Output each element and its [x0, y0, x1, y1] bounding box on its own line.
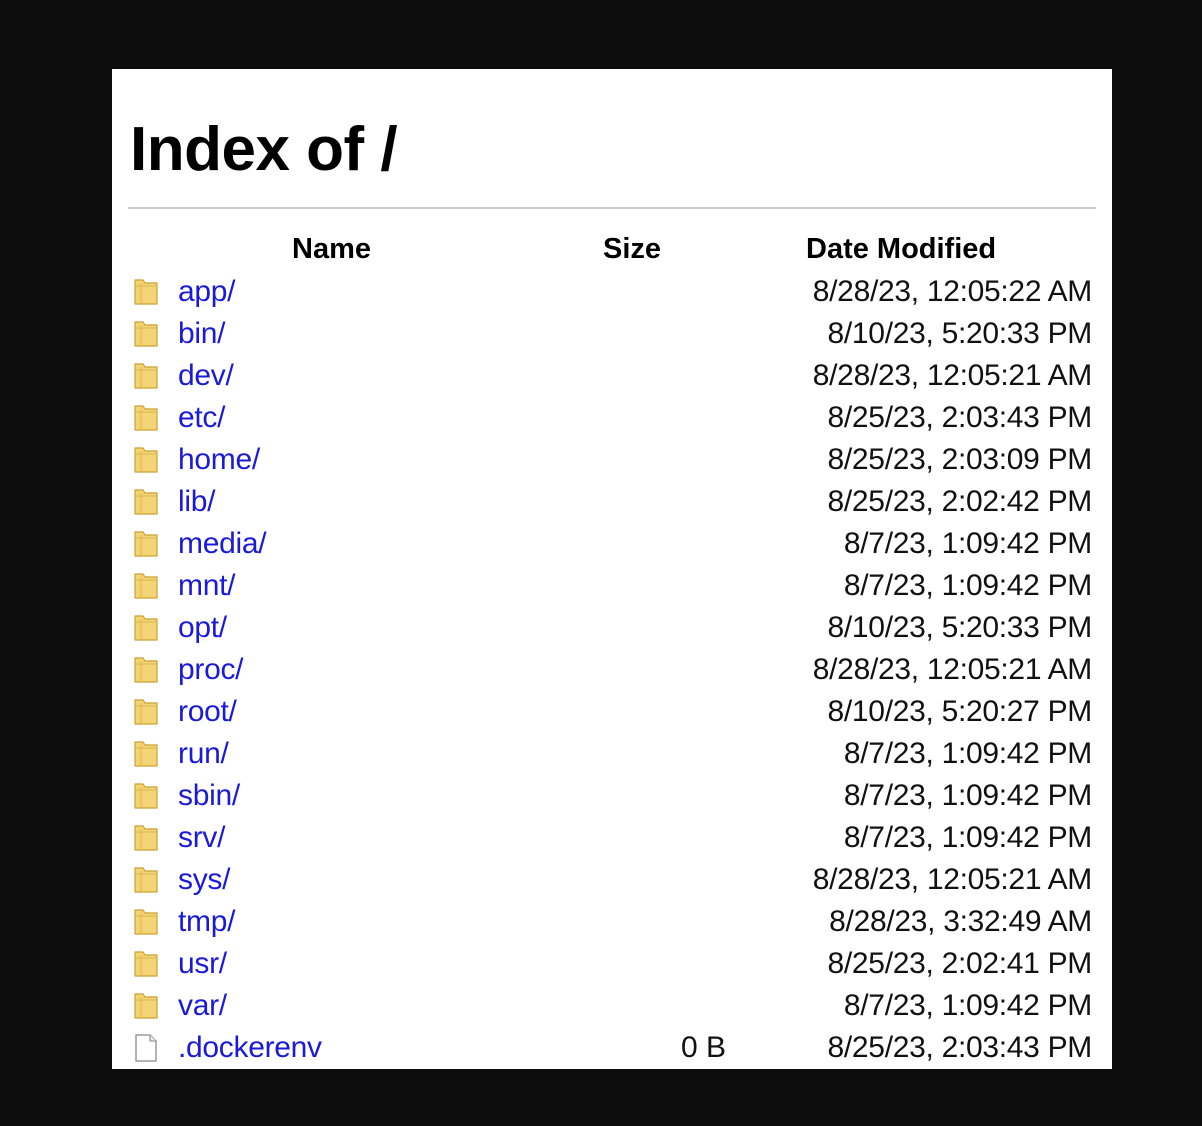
- table-row: root/8/10/23, 5:20:27 PM: [112, 691, 1112, 733]
- entry-name-link[interactable]: proc/: [178, 649, 244, 691]
- column-header-size[interactable]: Size: [603, 227, 661, 271]
- table-row: mnt/8/7/23, 1:09:42 PM: [112, 565, 1112, 607]
- title-divider: [128, 207, 1096, 209]
- entry-date-modified: 8/25/23, 2:02:41 PM: [827, 947, 1093, 980]
- entry-date-modified: 8/10/23, 5:20:33 PM: [827, 317, 1093, 350]
- table-row: sys/8/28/23, 12:05:21 AM: [112, 859, 1112, 901]
- entry-date-modified: 8/7/23, 1:09:42 PM: [843, 527, 1092, 560]
- folder-icon: [132, 571, 160, 601]
- table-header: Name Size Date Modified: [112, 227, 1112, 271]
- entry-name-link[interactable]: mnt/: [178, 565, 235, 607]
- folder-icon: [132, 697, 160, 727]
- entry-name-link[interactable]: sbin/: [178, 775, 240, 817]
- folder-icon: [132, 655, 160, 685]
- folder-icon: [132, 403, 160, 433]
- entry-name-link[interactable]: opt/: [178, 607, 227, 649]
- entry-name-link[interactable]: etc/: [178, 397, 225, 439]
- entry-date-modified: 8/25/23, 2:03:09 PM: [827, 443, 1093, 476]
- entry-size: 0 B: [680, 1031, 726, 1064]
- entry-name-link[interactable]: media/: [178, 523, 267, 565]
- entry-name-link[interactable]: .dockerenv: [178, 1027, 322, 1069]
- column-header-date-modified[interactable]: Date Modified: [806, 227, 996, 271]
- entry-name-link[interactable]: home/: [178, 439, 260, 481]
- entry-date-modified: 8/7/23, 1:09:42 PM: [843, 569, 1092, 602]
- entry-date-modified: 8/28/23, 12:05:22 AM: [812, 275, 1093, 308]
- entry-name-link[interactable]: sys/: [178, 859, 230, 901]
- folder-icon: [132, 823, 160, 853]
- table-row: opt/8/10/23, 5:20:33 PM: [112, 607, 1112, 649]
- folder-icon: [132, 781, 160, 811]
- folder-icon: [132, 907, 160, 937]
- folder-icon: [132, 487, 160, 517]
- entry-date-modified: 8/28/23, 12:05:21 AM: [812, 653, 1093, 686]
- entry-name-link[interactable]: run/: [178, 733, 229, 775]
- entry-date-modified: 8/28/23, 12:05:21 AM: [812, 359, 1093, 392]
- entry-name-link[interactable]: usr/: [178, 943, 227, 985]
- table-row: var/8/7/23, 1:09:42 PM: [112, 985, 1112, 1027]
- entry-date-modified: 8/25/23, 2:03:43 PM: [827, 401, 1093, 434]
- table-row: media/8/7/23, 1:09:42 PM: [112, 523, 1112, 565]
- folder-icon: [132, 445, 160, 475]
- entry-date-modified: 8/7/23, 1:09:42 PM: [843, 989, 1092, 1022]
- entry-date-modified: 8/25/23, 2:02:42 PM: [827, 485, 1093, 518]
- folder-icon: [132, 361, 160, 391]
- column-header-name[interactable]: Name: [292, 227, 371, 271]
- folder-icon: [132, 319, 160, 349]
- table-row: lib/8/25/23, 2:02:42 PM: [112, 481, 1112, 523]
- table-row: .dockerenv 0 B 8/25/23, 2:03:43 PM: [112, 1027, 1112, 1069]
- entry-name-link[interactable]: bin/: [178, 313, 225, 355]
- folder-icon: [132, 739, 160, 769]
- folder-icon: [132, 949, 160, 979]
- entry-name-link[interactable]: app/: [178, 271, 236, 313]
- folder-icon: [132, 529, 160, 559]
- table-row: dev/8/28/23, 12:05:21 AM: [112, 355, 1112, 397]
- table-row: srv/8/7/23, 1:09:42 PM: [112, 817, 1112, 859]
- entry-name-link[interactable]: root/: [178, 691, 237, 733]
- folder-icon: [132, 865, 160, 895]
- file-list: app/8/28/23, 12:05:22 AM bin/8/10/23, 5:2…: [112, 271, 1112, 1069]
- entry-name-link[interactable]: lib/: [178, 481, 215, 523]
- table-row: usr/8/25/23, 2:02:41 PM: [112, 943, 1112, 985]
- entry-date-modified: 8/10/23, 5:20:27 PM: [827, 695, 1093, 728]
- folder-icon: [132, 613, 160, 643]
- table-row: bin/8/10/23, 5:20:33 PM: [112, 313, 1112, 355]
- table-row: sbin/8/7/23, 1:09:42 PM: [112, 775, 1112, 817]
- entry-date-modified: 8/7/23, 1:09:42 PM: [843, 779, 1092, 812]
- table-row: tmp/8/28/23, 3:32:49 AM: [112, 901, 1112, 943]
- entry-date-modified: 8/10/23, 5:20:33 PM: [827, 611, 1093, 644]
- entry-date-modified: 8/28/23, 12:05:21 AM: [812, 863, 1093, 896]
- file-icon: [132, 1033, 160, 1063]
- page-title: Index of /: [130, 115, 398, 184]
- directory-listing-page: Index of / Name Size Date Modified app/8…: [112, 69, 1112, 1069]
- entry-date-modified: 8/28/23, 3:32:49 AM: [829, 905, 1092, 938]
- table-row: home/8/25/23, 2:03:09 PM: [112, 439, 1112, 481]
- entry-date-modified: 8/25/23, 2:03:43 PM: [827, 1031, 1093, 1064]
- entry-name-link[interactable]: srv/: [178, 817, 225, 859]
- entry-name-link[interactable]: var/: [178, 985, 227, 1027]
- folder-icon: [132, 991, 160, 1021]
- table-row: app/8/28/23, 12:05:22 AM: [112, 271, 1112, 313]
- table-row: proc/8/28/23, 12:05:21 AM: [112, 649, 1112, 691]
- entry-name-link[interactable]: dev/: [178, 355, 234, 397]
- entry-date-modified: 8/7/23, 1:09:42 PM: [843, 821, 1092, 854]
- table-row: etc/8/25/23, 2:03:43 PM: [112, 397, 1112, 439]
- table-row: run/8/7/23, 1:09:42 PM: [112, 733, 1112, 775]
- entry-name-link[interactable]: tmp/: [178, 901, 235, 943]
- entry-date-modified: 8/7/23, 1:09:42 PM: [843, 737, 1092, 770]
- folder-icon: [132, 277, 160, 307]
